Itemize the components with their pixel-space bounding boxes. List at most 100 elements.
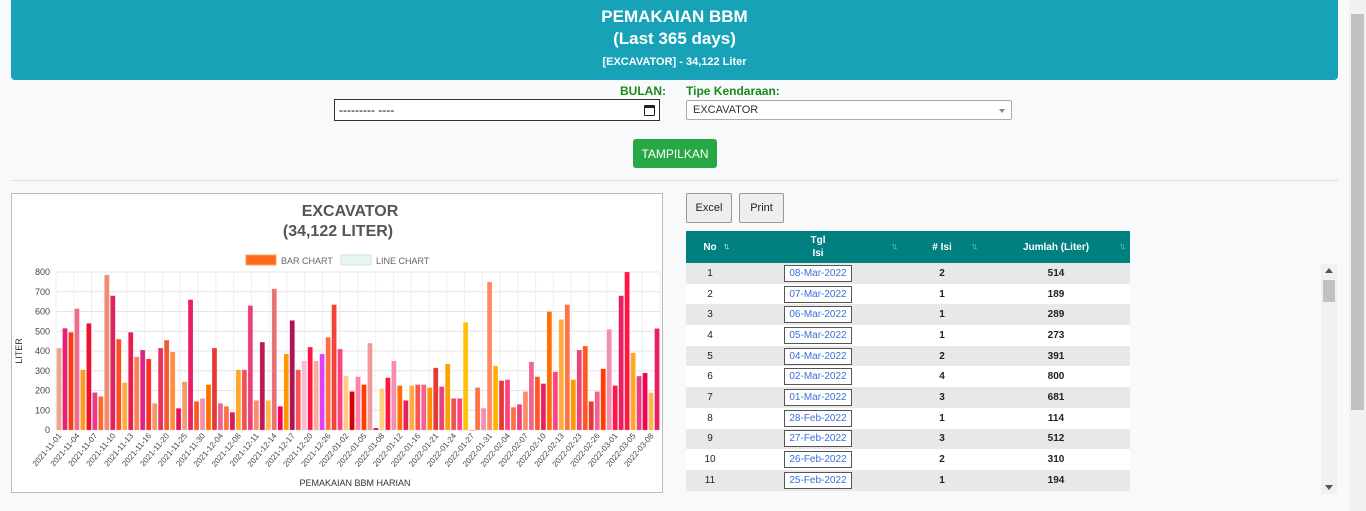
chart-bar[interactable] — [642, 372, 648, 431]
chart-bar[interactable] — [397, 385, 403, 431]
chart-bar[interactable] — [367, 342, 373, 431]
cell-tgl[interactable]: 01-Mar-2022 — [734, 387, 902, 408]
date-link[interactable]: 04-Mar-2022 — [784, 347, 852, 365]
chart-bar[interactable] — [409, 385, 415, 431]
table-row[interactable]: 3 06-Mar-2022 1 289 — [686, 304, 1130, 326]
cell-tgl[interactable]: 07-Mar-2022 — [734, 284, 902, 305]
print-button[interactable]: Print — [739, 193, 784, 223]
chart-bar[interactable] — [277, 406, 283, 431]
chart-bar[interactable] — [235, 369, 242, 431]
chart-bar[interactable] — [492, 365, 499, 431]
chart-bar[interactable] — [289, 320, 295, 431]
chart-bar[interactable] — [522, 391, 529, 431]
chart-bar[interactable] — [110, 295, 116, 431]
sort-icon[interactable]: ↑↓ — [723, 241, 730, 251]
chart-bar[interactable] — [80, 369, 86, 431]
chart-bar[interactable] — [247, 305, 254, 431]
bulan-input[interactable]: --------- ---- — [334, 99, 660, 121]
chart-bar[interactable] — [618, 295, 624, 431]
chart-bar[interactable] — [331, 304, 337, 431]
chart-bar[interactable] — [223, 406, 230, 431]
table-row[interactable]: 1 08-Mar-2022 2 514 — [686, 263, 1130, 284]
cell-tgl[interactable]: 02-Mar-2022 — [734, 366, 902, 387]
date-link[interactable]: 08-Mar-2022 — [784, 264, 852, 282]
date-link[interactable]: 25-Feb-2022 — [784, 471, 852, 489]
page-scrollbar[interactable] — [1349, 0, 1366, 511]
chart-bar[interactable] — [283, 353, 289, 431]
chart-bar[interactable] — [379, 388, 385, 431]
sort-icon[interactable]: ↑↓ — [891, 241, 898, 251]
chart-bar[interactable] — [163, 339, 170, 431]
legend-swatch-bar[interactable] — [245, 254, 277, 266]
chart-bar[interactable] — [516, 404, 523, 431]
chart-bar[interactable] — [74, 308, 80, 431]
date-link[interactable]: 28-Feb-2022 — [784, 409, 852, 427]
chart-bar[interactable] — [151, 403, 158, 431]
chart-bar[interactable] — [588, 401, 594, 431]
chart-bar[interactable] — [145, 358, 152, 431]
chart-bar[interactable] — [259, 341, 266, 431]
chart-bar[interactable] — [391, 360, 397, 431]
chart-bar[interactable] — [56, 347, 62, 431]
tipe-kendaraan-select[interactable]: EXCAVATOR — [686, 100, 1012, 120]
chart-bar[interactable] — [462, 322, 469, 431]
chart-bar[interactable] — [474, 387, 481, 431]
chart-bar[interactable] — [349, 391, 355, 431]
chart-bar[interactable] — [301, 360, 307, 431]
chart-bar[interactable] — [498, 380, 505, 431]
chart-bar[interactable] — [636, 375, 642, 431]
chart-bar[interactable] — [528, 361, 535, 431]
chart-bar[interactable] — [86, 323, 92, 431]
chart-bar[interactable] — [343, 375, 349, 431]
chart-bar[interactable] — [199, 398, 206, 431]
chart-bar[interactable] — [606, 329, 612, 431]
chart-bar[interactable] — [594, 391, 600, 431]
chart-bar[interactable] — [313, 360, 319, 431]
chart-bar[interactable] — [540, 383, 547, 431]
tampilkan-button[interactable]: TAMPILKAN — [633, 139, 717, 168]
chart-bar[interactable] — [62, 328, 68, 431]
chart-bar[interactable] — [205, 384, 212, 431]
chart-bar[interactable] — [98, 396, 104, 431]
chart-bar[interactable] — [140, 349, 146, 431]
chart-bar[interactable] — [355, 376, 361, 431]
chart-bar[interactable] — [157, 347, 164, 431]
chart-bar[interactable] — [307, 346, 313, 431]
date-link[interactable]: 01-Mar-2022 — [784, 388, 852, 406]
cell-tgl[interactable]: 28-Feb-2022 — [734, 408, 902, 429]
chart-bar[interactable] — [104, 274, 110, 431]
chart-bar[interactable] — [217, 403, 224, 431]
cell-tgl[interactable]: 04-Mar-2022 — [734, 346, 902, 367]
date-link[interactable]: 06-Mar-2022 — [784, 306, 852, 324]
chart-bar[interactable] — [361, 384, 367, 431]
chart-bar[interactable] — [510, 407, 517, 431]
chart-bar[interactable] — [169, 351, 176, 431]
scroll-down-icon[interactable] — [1325, 485, 1333, 490]
chart-bar[interactable] — [122, 382, 128, 431]
chart-bar[interactable] — [558, 319, 565, 431]
cell-tgl[interactable]: 27-Feb-2022 — [734, 429, 902, 450]
chart-bar[interactable] — [403, 400, 409, 431]
chart-bar[interactable] — [415, 384, 421, 431]
date-link[interactable]: 26-Feb-2022 — [784, 451, 852, 469]
chart-bar[interactable] — [421, 384, 427, 431]
sort-icon[interactable]: ↑↓ — [1119, 241, 1126, 251]
table-row[interactable]: 11 25-Feb-2022 1 194 — [686, 469, 1130, 491]
chart-bar[interactable] — [181, 381, 188, 431]
chart-bar[interactable] — [534, 376, 541, 431]
chart-bar[interactable] — [480, 408, 487, 431]
chart-bar[interactable] — [385, 377, 391, 431]
chart-bar[interactable] — [552, 371, 559, 431]
scroll-up-icon[interactable] — [1325, 268, 1333, 273]
table-row[interactable]: 10 26-Feb-2022 2 310 — [686, 449, 1130, 470]
chart-bar[interactable] — [468, 429, 475, 431]
cell-tgl[interactable]: 25-Feb-2022 — [734, 470, 902, 491]
chart-bar[interactable] — [582, 345, 588, 431]
chart-bar[interactable] — [450, 398, 457, 431]
legend-swatch-line[interactable] — [340, 254, 372, 266]
date-link[interactable]: 02-Mar-2022 — [784, 368, 852, 386]
cell-tgl[interactable]: 26-Feb-2022 — [734, 449, 902, 470]
cell-tgl[interactable]: 08-Mar-2022 — [734, 263, 902, 284]
chart-bar[interactable] — [373, 427, 379, 431]
chart-bar[interactable] — [576, 349, 582, 431]
